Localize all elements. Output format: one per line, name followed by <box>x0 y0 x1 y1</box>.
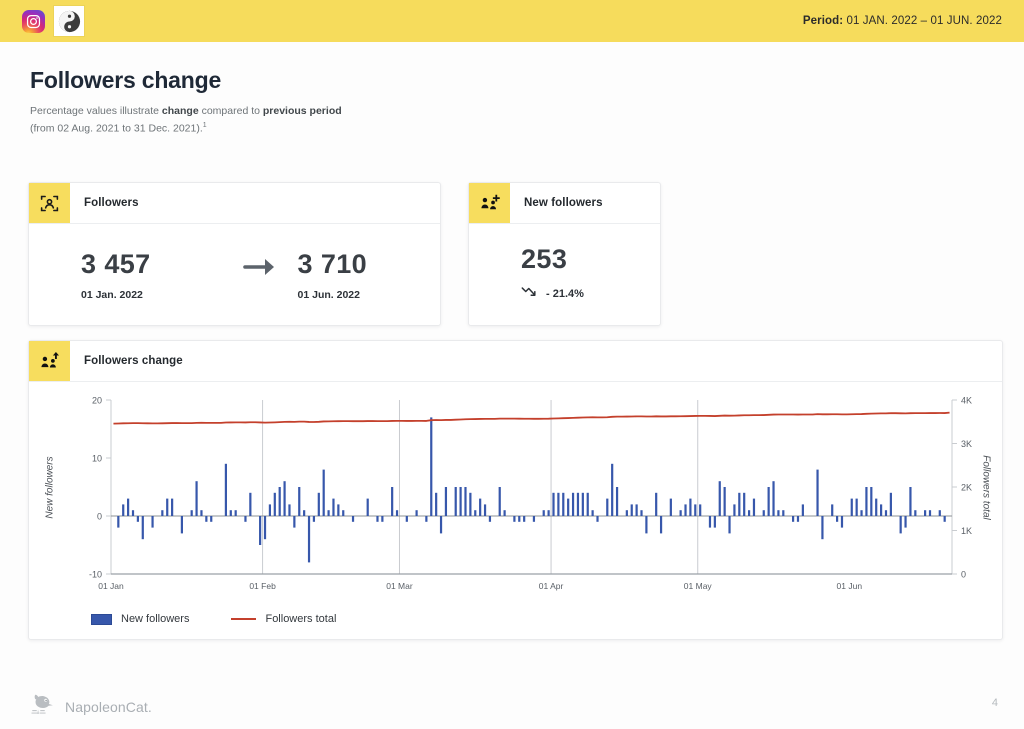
people-up-icon <box>29 341 70 381</box>
legend-label-followers-total: Followers total <box>265 613 336 625</box>
followers-end-value: 3 710 <box>298 249 440 280</box>
legend-label-new-followers: New followers <box>121 613 189 625</box>
followers-card-header: Followers <box>29 183 440 224</box>
followers-change-chart-card: Followers change New followers Followers… <box>28 340 1003 640</box>
followers-end-block: 3 710 01 Jun. 2022 <box>298 249 440 301</box>
top-bar: Period: 01 JAN. 2022 – 01 JUN. 2022 <box>0 0 1024 42</box>
svg-text:4K: 4K <box>961 396 972 406</box>
report-page: Period: 01 JAN. 2022 – 01 JUN. 2022 Foll… <box>0 0 1024 729</box>
top-bar-icons <box>22 6 84 36</box>
legend-item-new-followers: New followers <box>91 613 189 625</box>
svg-text:0: 0 <box>97 512 102 522</box>
subtitle-footnote-marker: 1 <box>203 122 207 129</box>
trend-down-icon <box>521 285 540 303</box>
instagram-icon[interactable] <box>22 10 45 33</box>
page-number: 4 <box>992 697 998 709</box>
subtitle-part-1: Percentage values illustrate <box>30 105 162 117</box>
new-followers-card-title: New followers <box>510 183 603 223</box>
svg-text:01 Mar: 01 Mar <box>386 581 413 591</box>
followers-start-date: 01 Jan. 2022 <box>81 289 223 301</box>
profile-badge-icon <box>29 183 70 223</box>
subtitle-emph-period: previous period <box>263 105 342 117</box>
period-value: 01 JAN. 2022 – 01 JUN. 2022 <box>847 15 1003 27</box>
svg-text:01 Jan: 01 Jan <box>98 581 124 591</box>
followers-change-chart: 20 10 0 -10 4K 3K 2K 1K 0 01 Jan 01 Feb 01 Mar 01 Ap… <box>29 382 1002 622</box>
followers-start-block: 3 457 01 Jan. 2022 <box>81 249 223 301</box>
legend-item-followers-total: Followers total <box>231 613 336 625</box>
svg-text:01 Feb: 01 Feb <box>249 581 276 591</box>
y-axis-right-title: Followers total <box>980 455 991 519</box>
napoleoncat-cat-icon <box>29 692 57 721</box>
new-followers-trend-value: - 21.4% <box>546 288 584 300</box>
subtitle-emph-change: change <box>162 105 199 117</box>
svg-text:20: 20 <box>92 396 102 406</box>
page-title: Followers change <box>30 67 221 94</box>
subtitle-part-2: compared to <box>199 105 263 117</box>
period-key: Period: <box>803 15 843 27</box>
followers-stats-row: 3 457 01 Jan. 2022 3 710 01 Jun. 2022 <box>29 224 440 326</box>
chart-plot-area: New followers Followers total 20 10 0 -10 4K… <box>29 382 1002 640</box>
add-people-icon <box>469 183 510 223</box>
new-followers-value: 253 <box>521 244 660 275</box>
legend-line-swatch <box>231 618 256 620</box>
new-followers-trend: - 21.4% <box>521 285 660 303</box>
new-followers-card: New followers 253 - 21.4% <box>468 182 661 326</box>
new-followers-stats: 253 - 21.4% <box>469 224 660 326</box>
chart-legend: New followers Followers total <box>91 613 336 625</box>
svg-text:3K: 3K <box>961 439 972 449</box>
followers-start-value: 3 457 <box>81 249 223 280</box>
chart-card-header: Followers change <box>29 341 1002 382</box>
legend-bar-swatch <box>91 614 112 625</box>
chart-card-title: Followers change <box>70 341 183 381</box>
svg-text:2K: 2K <box>961 483 972 493</box>
svg-text:01 Jun: 01 Jun <box>837 581 863 591</box>
footer-brand-name: NapoleonCat. <box>65 699 152 715</box>
svg-text:10: 10 <box>92 454 102 464</box>
y-axis-left-title: New followers <box>45 456 56 518</box>
footer-brand: NapoleonCat. <box>29 692 152 721</box>
svg-text:01 Apr: 01 Apr <box>539 581 564 591</box>
arrow-right-icon <box>223 256 297 294</box>
svg-text:01 May: 01 May <box>684 581 713 591</box>
followers-card-title: Followers <box>70 183 139 223</box>
followers-end-date: 01 Jun. 2022 <box>298 289 440 301</box>
followers-card: Followers 3 457 01 Jan. 2022 3 710 01 Ju… <box>28 182 441 326</box>
new-followers-card-header: New followers <box>469 183 660 224</box>
period-label: Period: 01 JAN. 2022 – 01 JUN. 2022 <box>803 15 1002 27</box>
subtitle-line-2: (from 02 Aug. 2021 to 31 Dec. 2021). <box>30 122 203 134</box>
svg-text:1K: 1K <box>961 526 972 536</box>
page-subtitle: Percentage values illustrate change comp… <box>30 104 342 136</box>
svg-text:-10: -10 <box>89 570 102 580</box>
yin-yang-avatar[interactable] <box>54 6 84 36</box>
svg-text:0: 0 <box>961 570 966 580</box>
